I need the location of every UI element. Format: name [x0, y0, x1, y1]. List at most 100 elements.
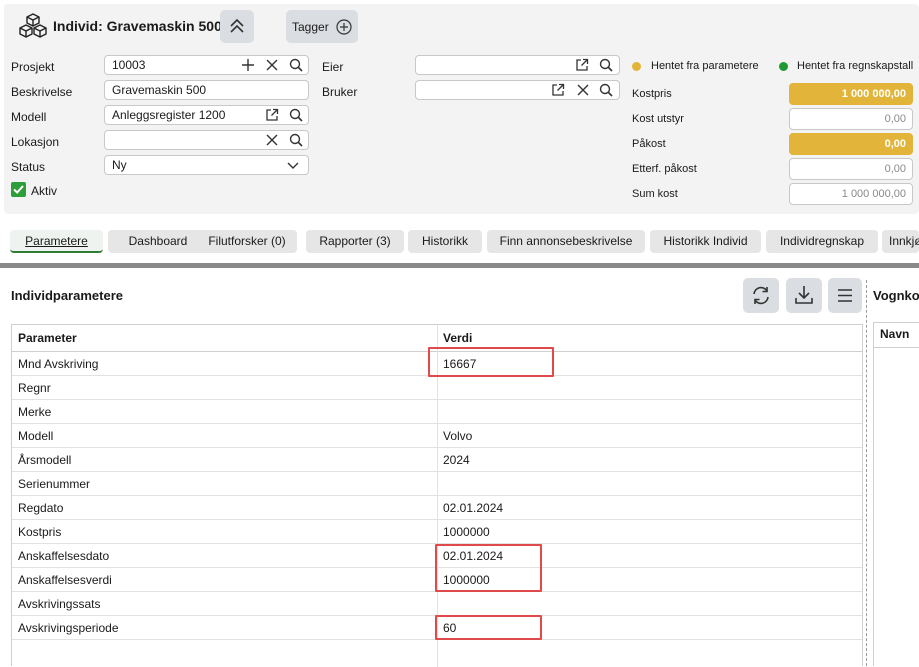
right-panel-title: Vognko	[873, 288, 919, 303]
clear-icon[interactable]	[265, 133, 279, 147]
tags-label: Tagger	[292, 20, 329, 34]
search-icon[interactable]	[599, 83, 613, 97]
lokasjon-label: Lokasjon	[11, 135, 60, 149]
params-title: Individparametere	[11, 288, 123, 303]
table-row[interactable]: Merke	[12, 400, 862, 424]
tags-button[interactable]: Tagger	[286, 10, 358, 43]
kostpris-value: 1 000 000,00	[789, 83, 913, 105]
aktiv-checkbox[interactable]	[11, 182, 26, 197]
download-button[interactable]	[786, 278, 822, 313]
table-row[interactable]: Årsmodell 2024	[12, 448, 862, 472]
beskrivelse-label: Beskrivelse	[11, 85, 73, 99]
cost-label-kostpris: Kostpris	[632, 88, 672, 100]
tab-individregnskap[interactable]: Individregnskap	[766, 230, 878, 253]
clear-icon[interactable]	[265, 58, 279, 72]
table-row[interactable]: Kostpris 1000000	[12, 520, 862, 544]
tab-label: Dashboard	[128, 234, 188, 248]
parameter-cell: Serienummer	[18, 477, 91, 491]
tab-label: Filutforsker (0)	[208, 234, 286, 248]
header-divider	[874, 347, 919, 348]
tab-historikk-individ[interactable]: Historikk Individ	[650, 230, 761, 253]
add-circle-icon	[336, 19, 352, 35]
table-row[interactable]: Modell Volvo	[12, 424, 862, 448]
highlight-box	[428, 347, 554, 377]
eier-label: Eier	[322, 60, 344, 74]
beskrivelse-field[interactable]: Gravemaskin 500	[104, 80, 309, 100]
panel-divider[interactable]	[866, 280, 867, 666]
table-row[interactable]: Regnr	[12, 376, 862, 400]
open-external-icon[interactable]	[575, 58, 589, 72]
highlight-box	[435, 544, 542, 592]
tab-innkjop[interactable]: Innkjø	[882, 230, 919, 253]
search-icon[interactable]	[289, 108, 303, 122]
col-header-parameter[interactable]: Parameter	[18, 325, 77, 351]
parameter-cell: Mnd Avskriving	[18, 357, 99, 371]
hamburger-icon	[838, 289, 852, 302]
regnskap-legend-label: Hentet fra regnskapstall	[797, 60, 914, 72]
search-icon[interactable]	[289, 133, 303, 147]
value-cell[interactable]: Volvo	[443, 424, 472, 448]
splitter-bar[interactable]	[0, 263, 919, 268]
collapse-button[interactable]	[220, 10, 254, 43]
highlight-box	[435, 615, 542, 640]
cost-label-etterf-pakost: Etterf. påkost	[632, 163, 697, 175]
status-label: Status	[11, 160, 46, 174]
tab-label: Individregnskap	[779, 234, 865, 248]
refresh-button[interactable]	[743, 278, 779, 313]
table-row[interactable]: Serienummer	[12, 472, 862, 496]
cost-label-pakost: Påkost	[632, 138, 666, 150]
parameter-cell: Regdato	[18, 501, 64, 515]
parameter-cell: Modell	[18, 429, 54, 443]
parameter-cell: Anskaffelsesverdi	[18, 573, 112, 587]
tab-label: Rapporter (3)	[319, 234, 391, 248]
tab-filutforsker[interactable]: Filutforsker (0)	[197, 230, 297, 253]
parameter-cell: Avskrivingssats	[18, 597, 101, 611]
tab-label: Historikk Individ	[663, 234, 748, 248]
tab-label: Parametere	[25, 234, 88, 248]
tab-label: Historikk	[421, 234, 468, 248]
tab-rapporter[interactable]: Rapporter (3)	[306, 230, 404, 253]
param-legend-dot	[632, 62, 641, 71]
open-external-icon[interactable]	[551, 83, 565, 97]
value-cell[interactable]: 02.01.2024	[443, 496, 503, 520]
checkmark-icon	[13, 185, 24, 194]
col-header-navn[interactable]: Navn	[880, 327, 909, 341]
regnskap-legend-dot	[779, 62, 788, 71]
parameter-cell: Anskaffelsesdato	[18, 549, 110, 563]
tab-label: Innkjø	[889, 234, 919, 248]
parameter-cell: Avskrivingsperiode	[18, 621, 119, 635]
right-grid: Navn	[873, 322, 919, 666]
bruker-label: Bruker	[322, 85, 358, 99]
parameter-cell: Årsmodell	[18, 453, 72, 467]
prosjekt-label: Prosjekt	[11, 60, 55, 74]
cubes-icon	[18, 12, 48, 40]
parameter-cell: Regnr	[18, 381, 51, 395]
search-icon[interactable]	[289, 58, 303, 72]
plus-icon[interactable]	[241, 58, 255, 72]
table-row[interactable]: Regdato 02.01.2024	[12, 496, 862, 520]
cost-label-sum-kost: Sum kost	[632, 188, 678, 200]
table-row[interactable]: Avskrivingssats	[12, 592, 862, 616]
clear-icon[interactable]	[576, 83, 590, 97]
tab-dashboard[interactable]: Dashboard	[108, 230, 208, 253]
parameter-cell: Kostpris	[18, 525, 62, 539]
open-external-icon[interactable]	[265, 108, 279, 122]
tab-historikk[interactable]: Historikk	[408, 230, 482, 253]
download-icon	[795, 286, 813, 304]
tab-finn-annonsebeskrivelse[interactable]: Finn annonsebeskrivelse	[487, 230, 645, 253]
menu-button[interactable]	[828, 278, 862, 313]
status-select[interactable]: Ny	[104, 155, 309, 175]
eier-field[interactable]	[415, 55, 620, 75]
value-cell[interactable]: 1000000	[443, 520, 490, 544]
page-title: Individ: Gravemaskin 500	[53, 18, 222, 34]
status-value: Ny	[112, 158, 127, 172]
chevron-double-up-icon	[230, 18, 244, 33]
value-cell[interactable]: 2024	[443, 448, 470, 472]
tab-parametere[interactable]: Parametere	[10, 230, 103, 253]
modell-value: Anleggsregister 1200	[112, 108, 226, 122]
cost-label-kost-utstyr: Kost utstyr	[632, 113, 684, 125]
etterf-pakost-value: 0,00	[789, 158, 913, 180]
tab-label: Finn annonsebeskrivelse	[499, 234, 633, 248]
sum-kost-value: 1 000 000,00	[789, 183, 913, 205]
search-icon[interactable]	[599, 58, 613, 72]
